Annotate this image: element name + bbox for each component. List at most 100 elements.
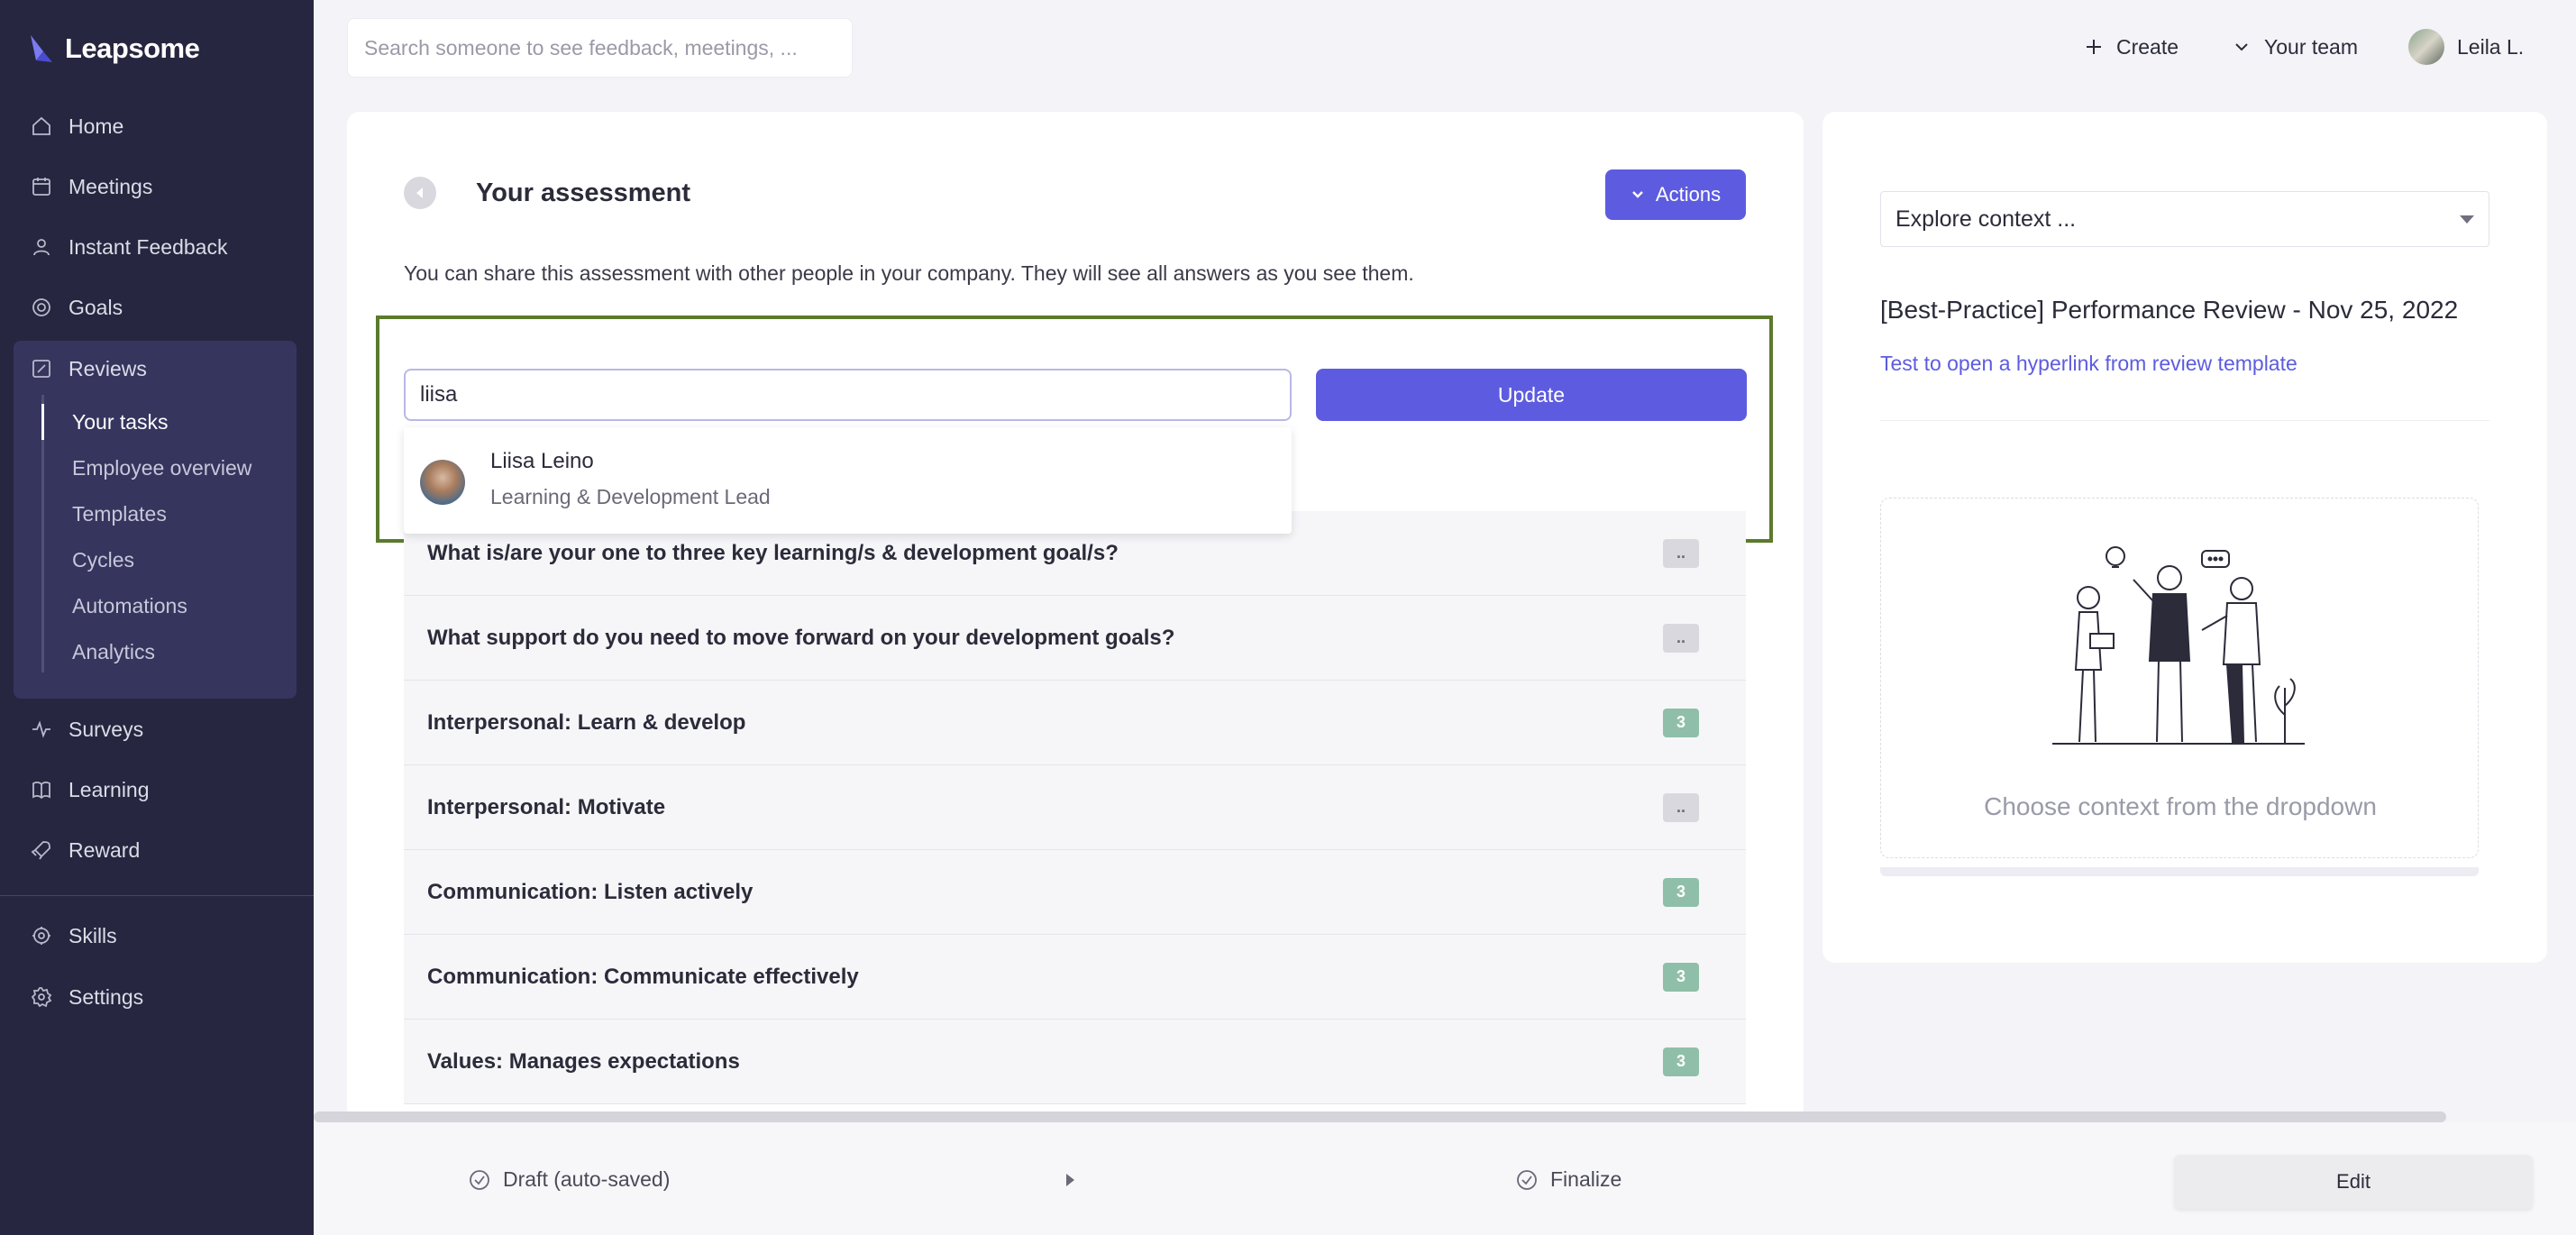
sidebar-item-instant-feedback[interactable]: Instant Feedback [31, 229, 227, 265]
question-row[interactable]: Interpersonal: Learn & develop 3 [404, 681, 1746, 765]
question-score-badge: 3 [1663, 962, 1699, 992]
rocket-icon [31, 841, 50, 860]
sidebar-sub-analytics[interactable]: Analytics [72, 636, 155, 668]
sidebar-item-label: Reviews [69, 356, 147, 380]
update-button[interactable]: Update [1316, 369, 1747, 421]
question-score-badge: 3 [1663, 877, 1699, 907]
context-hint: Choose context from the dropdown [1984, 792, 2377, 820]
sidebar-item-home[interactable]: Home [31, 108, 123, 144]
sidebar-item-label: Learning [69, 777, 150, 801]
share-person-input[interactable] [404, 369, 1292, 421]
draft-label: Draft (auto-saved) [503, 1167, 671, 1191]
assessment-card: Your assessment Actions You can share th… [347, 112, 1804, 1121]
sidebar-item-reviews[interactable]: Reviews [31, 351, 147, 387]
context-placeholder-box: Choose context from the dropdown [1880, 498, 2479, 858]
back-button[interactable] [404, 177, 436, 209]
sidebar-sub-automations[interactable]: Automations [72, 590, 187, 622]
your-team-label: Your team [2264, 34, 2358, 59]
step-arrow-icon [1066, 1174, 1074, 1186]
back-arrow-icon [416, 188, 423, 198]
question-score-badge: .. [1663, 792, 1699, 822]
question-score-badge: 3 [1663, 1047, 1699, 1076]
sidebar-item-learning[interactable]: Learning [31, 772, 150, 808]
sidebar-sub-employee-overview[interactable]: Employee overview [72, 452, 251, 484]
user-menu[interactable]: Leila L. [2408, 27, 2524, 67]
question-score-badge: 3 [1663, 708, 1699, 737]
question-text: Interpersonal: Learn & develop [427, 709, 746, 735]
share-description: You can share this assessment with other… [404, 261, 1414, 285]
suggestion-name: Liisa Leino [490, 449, 594, 473]
your-team-button[interactable]: Your team [2232, 27, 2358, 67]
home-icon [32, 116, 50, 135]
question-text: What is/are your one to three key learni… [427, 540, 1119, 565]
user-avatar [2408, 29, 2444, 65]
brand-name: Leapsome [65, 32, 200, 64]
edit-button[interactable]: Edit [2174, 1155, 2533, 1209]
question-text: What support do you need to move forward… [427, 625, 1175, 650]
reviews-sub-active-indicator [41, 404, 44, 440]
sidebar-sub-your-tasks[interactable]: Your tasks [72, 406, 169, 438]
sidebar-item-label: Home [69, 114, 124, 138]
sidebar-item-label: Instant Feedback [69, 234, 228, 259]
actions-button[interactable]: Actions [1605, 169, 1746, 220]
skills-icon [32, 927, 50, 945]
sidebar-sub-cycles[interactable]: Cycles [72, 544, 134, 576]
sidebar-item-goals[interactable]: Goals [31, 289, 123, 325]
context-divider [1880, 420, 2489, 421]
question-row[interactable]: Communication: Listen actively 3 [404, 850, 1746, 935]
sidebar: Leapsome Home Meetings Instant Feedback … [0, 0, 314, 1235]
context-dropdown[interactable]: Explore context ... [1880, 191, 2489, 247]
calendar-icon [32, 178, 50, 196]
assessment-footer: Draft (auto-saved) Finalize Edit [314, 1122, 2576, 1235]
feedback-icon [33, 239, 50, 256]
target-icon [32, 298, 50, 316]
check-circle-icon [470, 1169, 489, 1190]
sidebar-item-settings[interactable]: Settings [31, 979, 143, 1015]
book-icon [32, 782, 50, 800]
question-row[interactable]: What support do you need to move forward… [404, 596, 1746, 681]
question-row[interactable]: Values: Manages expectations 3 [404, 1020, 1746, 1104]
search-input[interactable] [347, 18, 853, 78]
sidebar-sub-templates[interactable]: Templates [72, 498, 167, 530]
question-text: Communication: Communicate effectively [427, 964, 859, 989]
horizontal-scrollbar[interactable] [314, 1112, 2446, 1122]
edit-icon [32, 360, 50, 378]
context-box-shadow [1880, 867, 2479, 876]
question-score-badge: .. [1663, 538, 1699, 568]
question-row[interactable]: Communication: Communicate effectively 3 [404, 935, 1746, 1020]
check-circle-icon [1517, 1169, 1537, 1190]
template-hyperlink[interactable]: Test to open a hyperlink from review tem… [1880, 352, 2297, 376]
page-title: Your assessment [476, 178, 691, 207]
create-button[interactable]: Create [2084, 27, 2179, 67]
leapsome-logo[interactable]: Leapsome [27, 32, 200, 65]
draft-status[interactable]: Draft (auto-saved) [469, 1167, 670, 1192]
pulse-icon [32, 720, 50, 738]
question-row[interactable]: Interpersonal: Motivate .. [404, 765, 1746, 850]
sidebar-item-label: Meetings [69, 174, 153, 198]
sidebar-item-reward[interactable]: Reward [31, 832, 140, 868]
sidebar-item-label: Reward [69, 837, 141, 862]
plus-icon [2087, 40, 2101, 54]
actions-label: Actions [1655, 183, 1722, 206]
user-name: Leila L. [2457, 34, 2525, 59]
team-illustration-icon [2052, 546, 2305, 745]
create-label: Create [2116, 34, 2179, 59]
context-panel: Explore context ... [Best-Practice] Perf… [1822, 112, 2547, 963]
question-score-badge: .. [1663, 623, 1699, 653]
finalize-step[interactable]: Finalize [1516, 1167, 1621, 1192]
sidebar-item-label: Goals [69, 295, 123, 319]
review-title: [Best-Practice] Performance Review - Nov… [1880, 296, 2459, 324]
chevron-down-icon [1632, 191, 1643, 198]
sidebar-item-label: Skills [69, 923, 117, 947]
sidebar-item-surveys[interactable]: Surveys [31, 711, 143, 747]
sidebar-item-skills[interactable]: Skills [31, 918, 117, 954]
suggestion-avatar [420, 460, 465, 505]
finalize-label: Finalize [1550, 1167, 1622, 1191]
suggestion-role: Learning & Development Lead [490, 485, 771, 508]
sidebar-item-meetings[interactable]: Meetings [31, 169, 152, 205]
context-dropdown-value: Explore context ... [1895, 206, 2077, 232]
gear-icon [31, 987, 52, 1008]
question-text: Values: Manages expectations [427, 1048, 740, 1074]
person-suggestion-dropdown[interactable]: Liisa Leino Learning & Development Lead [404, 427, 1292, 534]
sidebar-item-label: Surveys [69, 717, 144, 741]
